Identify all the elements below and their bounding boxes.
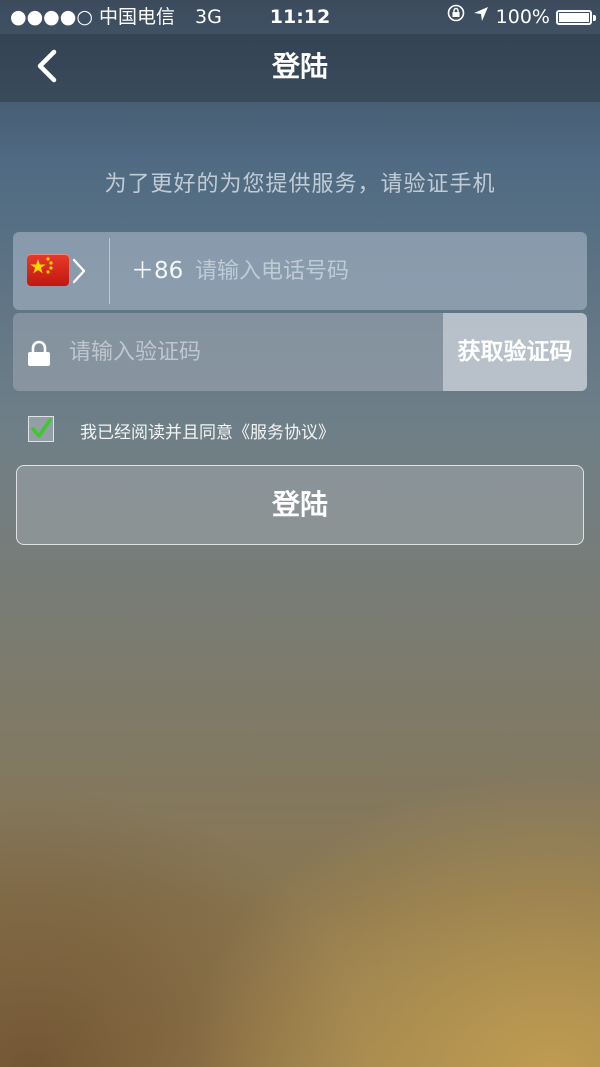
verification-code-row: 获取验证码 bbox=[13, 313, 587, 391]
phone-row: ＋86 bbox=[13, 232, 587, 310]
rotation-lock-icon bbox=[446, 0, 466, 34]
location-arrow-icon bbox=[472, 0, 490, 34]
status-bar: ●●●●○ 中国电信 3G 11:12 100% bbox=[0, 0, 600, 34]
agreement-checkbox[interactable] bbox=[28, 416, 54, 442]
page-title: 登陆 bbox=[271, 50, 328, 83]
checkmark-icon bbox=[31, 418, 52, 438]
login-button[interactable]: 登陆 bbox=[16, 465, 584, 545]
phone-input[interactable] bbox=[195, 251, 575, 291]
get-code-button[interactable]: 获取验证码 bbox=[443, 313, 587, 391]
country-code: ＋86 bbox=[131, 258, 184, 284]
battery-percent: 100% bbox=[495, 6, 550, 28]
verify-hint-text: 为了更好的为您提供服务，请验证手机 bbox=[104, 172, 496, 197]
chevron-right-icon bbox=[72, 258, 86, 284]
divider bbox=[109, 238, 110, 304]
status-right: 100% bbox=[446, 0, 596, 34]
agreement-text[interactable]: 我已经阅读并且同意《服务协议》 bbox=[80, 418, 335, 443]
battery-icon bbox=[556, 9, 596, 25]
navigation-bar: 登陆 bbox=[0, 34, 600, 102]
verification-code-input[interactable] bbox=[69, 332, 429, 372]
lock-icon bbox=[28, 340, 50, 366]
chevron-left-icon bbox=[37, 49, 57, 83]
back-button[interactable] bbox=[28, 46, 72, 90]
country-picker[interactable] bbox=[13, 232, 97, 310]
china-flag-icon bbox=[27, 254, 69, 286]
